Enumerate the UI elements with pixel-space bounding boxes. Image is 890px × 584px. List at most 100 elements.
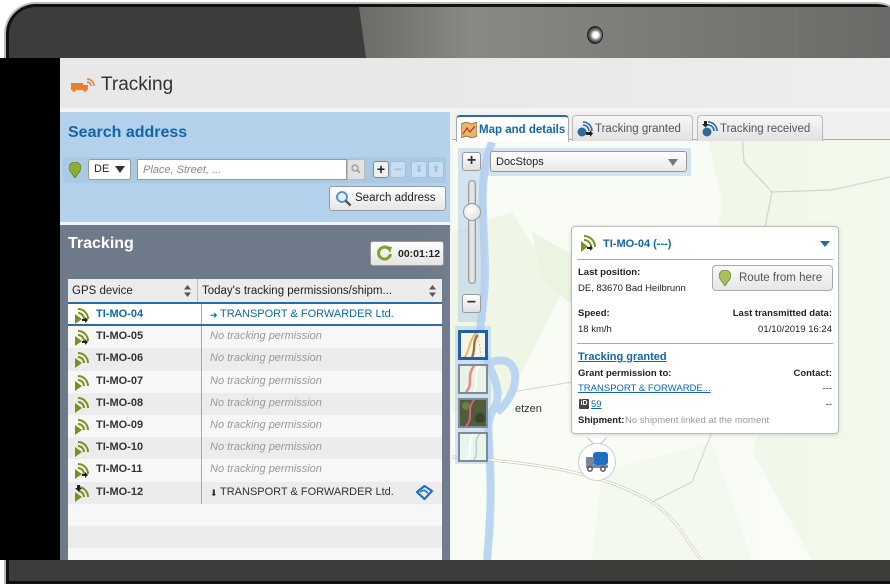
column-divider <box>201 392 202 415</box>
webcam <box>587 26 603 44</box>
tracking-received-icon <box>702 121 718 137</box>
empty-row <box>68 525 442 549</box>
table-row[interactable]: TI-MO-10 No tracking permission <box>68 437 442 460</box>
map-type-standard[interactable] <box>458 330 488 360</box>
move-up-button[interactable]: ⬆ <box>428 161 444 178</box>
permission-text: No tracking permission <box>210 396 322 409</box>
left-bezel <box>0 58 60 560</box>
plus-icon: + <box>466 152 477 169</box>
gps-signal-outgoing-icon <box>75 308 89 324</box>
column-header-gps-device[interactable]: GPS device <box>68 279 198 302</box>
map-type-topographic[interactable] <box>458 364 488 394</box>
layer-select[interactable]: DocStops <box>490 151 687 172</box>
column-label: GPS device <box>72 285 133 297</box>
contact-value-1: --- <box>822 383 833 394</box>
view-tabs: Map and details Tracking granted Trackin… <box>452 112 890 142</box>
table-row[interactable]: TI-MO-09 No tracking permission <box>68 414 442 438</box>
search-address-button[interactable]: Search address <box>329 186 446 211</box>
map-icon <box>461 122 477 138</box>
device-name: TI-MO-05 <box>96 330 144 343</box>
country-value: DE <box>94 163 110 175</box>
column-header-permissions[interactable]: Today's tracking permissions/shipm... <box>198 279 442 302</box>
chevron-down-icon <box>668 159 678 166</box>
search-row: DE + − ⬇ ⬆ <box>63 157 446 183</box>
table-row[interactable]: TI-MO-11 No tracking permission <box>68 459 442 482</box>
map-type-light[interactable] <box>458 432 488 462</box>
column-divider <box>201 414 202 438</box>
table-row[interactable]: TI-MO-08 No tracking permission <box>68 392 442 415</box>
vehicle-marker[interactable] <box>578 443 616 481</box>
minus-icon: − <box>393 161 403 177</box>
tab-tracking-received[interactable]: Tracking received <box>697 115 823 141</box>
column-divider <box>201 304 202 325</box>
grid-rows: TI-MO-04 ➜ TRANSPORT & FORWARDER Ltd. TI-M… <box>68 304 442 560</box>
gps-signal-outgoing-icon <box>75 463 89 480</box>
id-icon: iD <box>579 399 589 409</box>
tab-map-and-details[interactable]: Map and details <box>456 115 569 142</box>
popup-title[interactable]: TI-MO-04 (---) <box>603 238 671 250</box>
gps-signal-icon <box>75 374 89 391</box>
zoom-out-button[interactable]: − <box>462 294 481 313</box>
direction-arrow-icon: ➜ <box>210 310 218 320</box>
move-down-button[interactable]: ⬇ <box>411 161 427 178</box>
grant-company-link[interactable]: TRANSPORT & FORWARDE... <box>578 383 711 394</box>
tracking-panel-title: Tracking <box>68 235 134 252</box>
map-place-label: etzen <box>515 403 542 415</box>
app-screen: Tracking Search address DE + − ⬇ ⬆ <box>60 58 890 560</box>
country-select[interactable]: DE <box>88 159 131 180</box>
tab-tracking-granted[interactable]: Tracking granted <box>572 115 693 141</box>
remove-stop-button[interactable]: − <box>390 161 406 178</box>
id-link[interactable]: 59 <box>591 399 602 410</box>
last-data-value: 01/10/2019 16:24 <box>758 324 832 335</box>
inline-search-button[interactable] <box>347 159 365 180</box>
refresh-icon <box>377 245 392 261</box>
place-street-input[interactable] <box>137 159 347 180</box>
table-row[interactable]: TI-MO-05 No tracking permission <box>68 326 442 349</box>
sort-icon <box>429 285 436 297</box>
gps-signal-outgoing-icon <box>75 330 89 347</box>
map-type-satellite[interactable] <box>458 398 488 428</box>
map-thumbnail <box>461 332 485 358</box>
layer-value: DocStops <box>496 156 544 168</box>
permission-text[interactable]: TRANSPORT & FORWARDER Ltd. <box>220 308 394 320</box>
zoom-in-button[interactable]: + <box>462 152 481 171</box>
table-row[interactable]: TI-MO-07 No tracking permission <box>68 370 442 393</box>
location-pin-icon <box>69 162 81 178</box>
bezel-glare <box>359 7 890 65</box>
direction-arrow-icon: ⬇ <box>210 487 218 498</box>
tab-label: Map and details <box>479 124 566 136</box>
table-row[interactable]: TI-MO-06 No tracking permission <box>68 348 442 371</box>
search-icon <box>351 164 361 174</box>
speed-label: Speed: <box>578 308 610 319</box>
table-row[interactable]: TI-MO-12 ⬇ TRANSPORT & FORWARDER Ltd. <box>68 481 442 504</box>
arrow-up-icon: ⬆ <box>432 164 440 174</box>
device-name: TI-MO-09 <box>96 418 144 431</box>
zoom-slider-track[interactable] <box>468 180 476 284</box>
route-from-here-button[interactable]: Route from here <box>712 265 833 291</box>
sort-icon <box>184 285 191 297</box>
contact-label: Contact: <box>793 368 832 379</box>
arrow-down-icon: ⬇ <box>415 164 423 174</box>
device-name: TI-MO-06 <box>96 352 144 365</box>
permission-text: No tracking permission <box>210 441 322 454</box>
table-row[interactable]: TI-MO-04 ➜ TRANSPORT & FORWARDER Ltd. <box>68 304 442 327</box>
map-thumbnail <box>460 433 486 461</box>
last-data-label: Last transmitted data: <box>732 308 832 319</box>
refresh-timer-button[interactable]: 00:01:12 <box>370 241 444 266</box>
chevron-down-icon <box>115 166 125 173</box>
tracking-granted-link[interactable]: Tracking granted <box>578 351 667 363</box>
device-name: TI-MO-10 <box>96 441 144 454</box>
grant-permission-label: Grant permission to: <box>578 368 672 379</box>
permission-text[interactable]: TRANSPORT & FORWARDER Ltd. <box>220 486 394 498</box>
handshake-icon[interactable] <box>416 484 433 500</box>
tracking-panel: Tracking 00:01:12 GPS device Today's tra… <box>60 225 450 560</box>
magnifier-icon <box>336 191 352 207</box>
column-divider <box>201 370 202 393</box>
add-stop-button[interactable]: + <box>373 161 389 178</box>
permission-text: No tracking permission <box>210 330 322 343</box>
truck-icon <box>586 452 608 472</box>
collapse-caret-icon[interactable] <box>820 241 830 247</box>
permission-text: No tracking permission <box>210 374 322 387</box>
column-divider <box>201 459 202 482</box>
route-button-label: Route from here <box>739 272 823 284</box>
